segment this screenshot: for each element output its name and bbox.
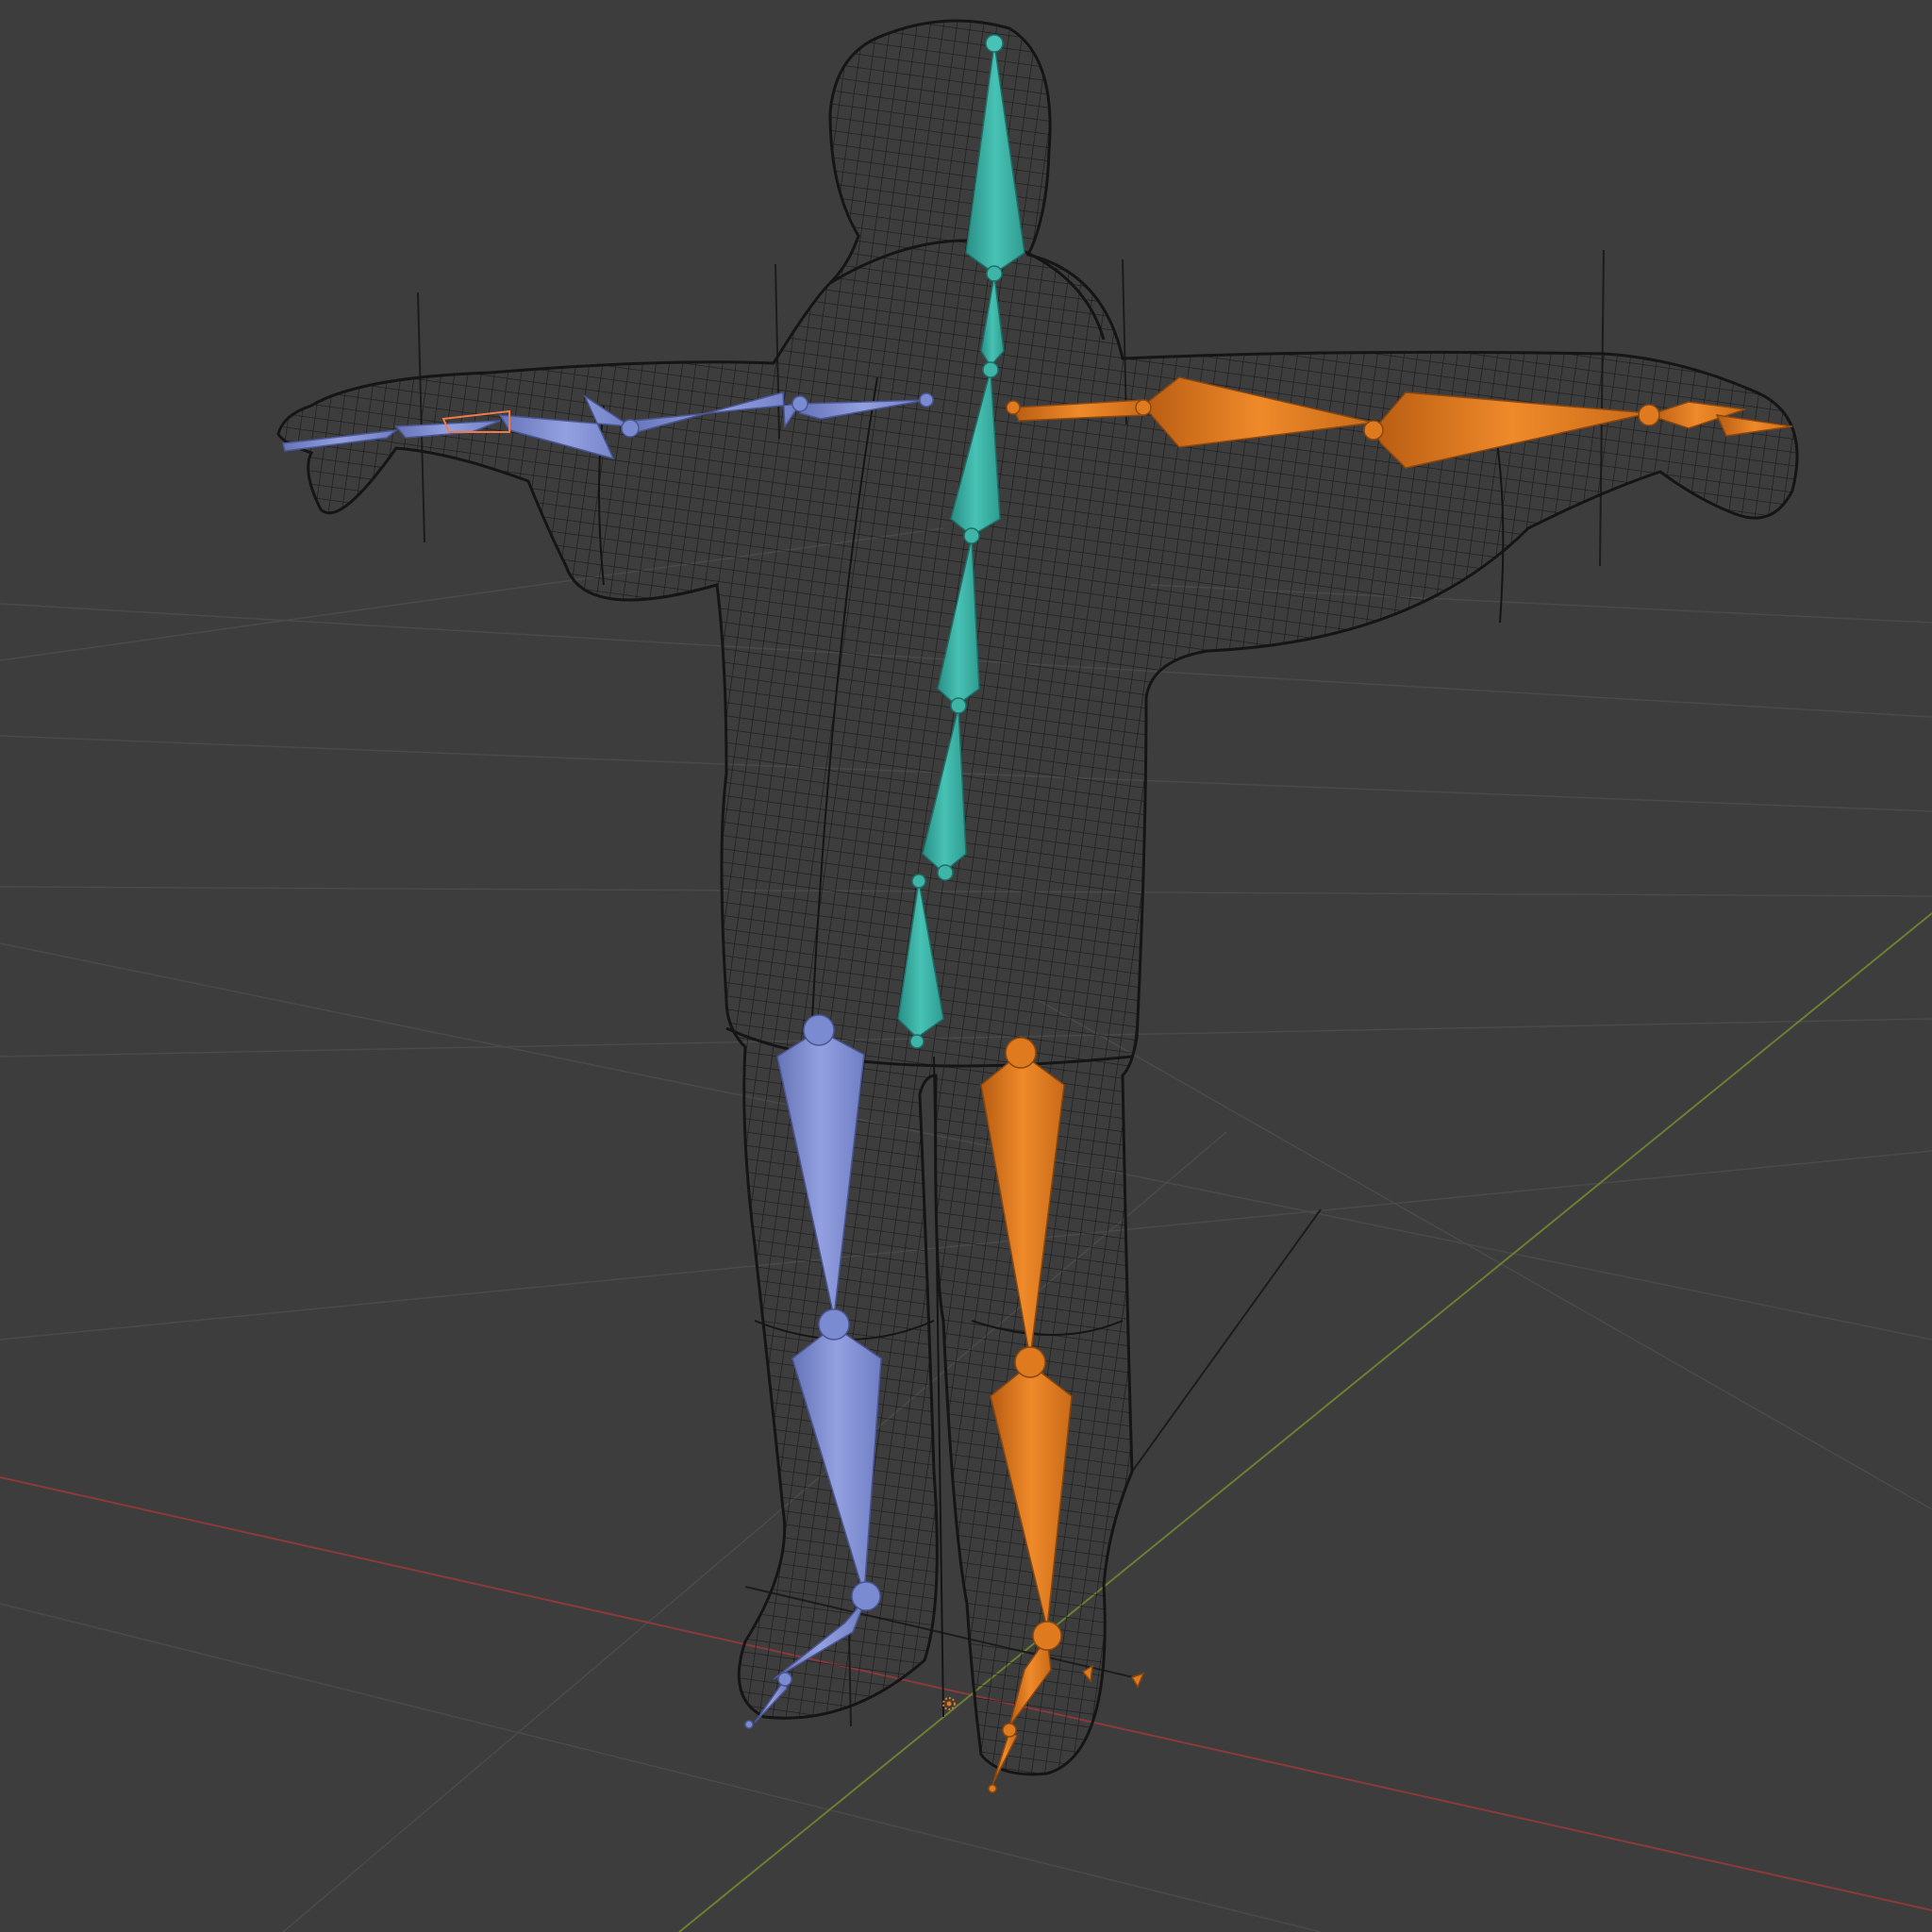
joint-hips-tail [909,1034,924,1049]
object-origin-icon[interactable] [942,1697,956,1710]
joint-left-wrist [621,419,640,438]
joint-left-knee [818,1308,850,1341]
joint-right-hip [1005,1037,1037,1069]
joint-right-knee [1014,1346,1046,1378]
joint-spine-1 [937,864,954,881]
joint-left-toe [777,1672,792,1687]
joint-pelvis [911,874,926,889]
joint-right-hand [1638,404,1660,426]
joint-spine-2 [950,697,967,714]
3d-viewport[interactable] [0,0,1932,1932]
joint-right-ankle [1032,1621,1062,1651]
joint-left-shoulder [919,392,934,408]
joint-chest [982,361,999,378]
joint-left-ankle [851,1581,881,1611]
joint-left-hip [803,1014,835,1046]
joint-right-wrist [1363,420,1384,441]
joint-head-tip [985,34,1004,53]
joint-spine-3 [963,527,980,544]
joint-neck [986,265,1003,282]
joint-right-shoulder [1006,400,1021,415]
joint-right-toe [1002,1723,1017,1738]
joint-left-elbow [791,395,808,412]
joint-right-elbow [1135,399,1152,416]
